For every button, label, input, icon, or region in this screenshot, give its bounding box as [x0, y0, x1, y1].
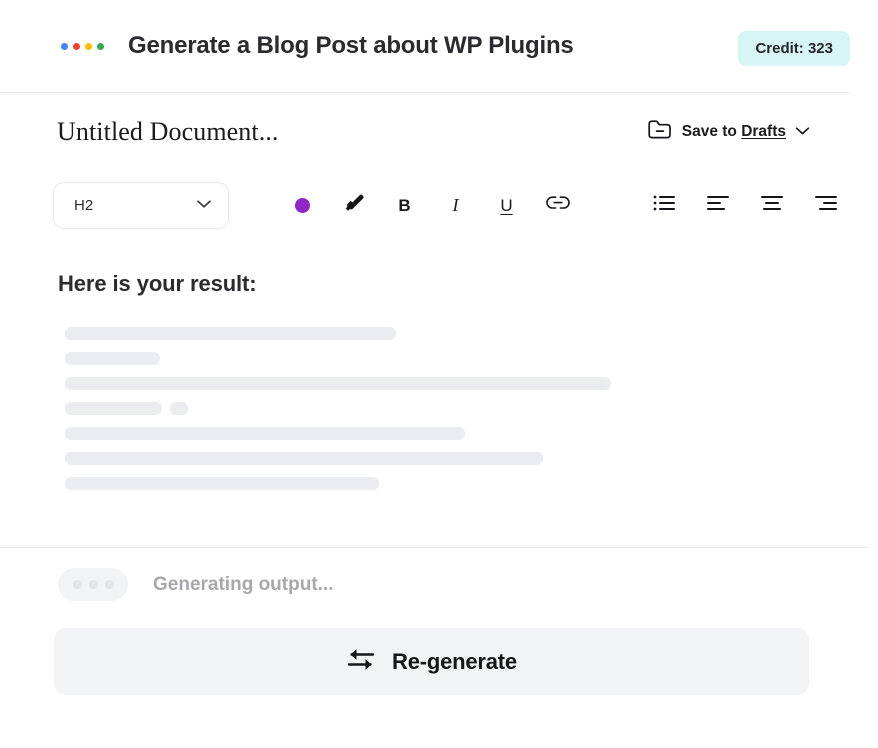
document-bar: Untitled Document... Save to Drafts	[0, 93, 851, 171]
folder-minus-icon	[647, 118, 673, 146]
skeleton-row	[65, 327, 805, 340]
align-left-icon	[707, 194, 729, 217]
italic-icon: I	[453, 196, 459, 214]
footer-divider	[0, 547, 870, 548]
underline-icon: U	[500, 197, 512, 214]
chevron-down-icon	[196, 196, 212, 214]
italic-button[interactable]: I	[430, 185, 481, 225]
highlighter-icon	[343, 192, 365, 219]
block-format-select[interactable]: H2	[53, 182, 229, 229]
text-color-swatch[interactable]	[277, 185, 328, 225]
logo-dot-yellow	[85, 43, 92, 50]
regenerate-label: Re-generate	[392, 649, 517, 675]
content-skeleton	[65, 327, 805, 502]
align-right-icon	[815, 194, 837, 217]
align-left-button[interactable]	[692, 185, 743, 225]
skeleton-row	[65, 452, 805, 465]
skeleton-bar	[170, 402, 188, 415]
bold-icon: B	[398, 197, 410, 214]
credit-badge: Credit: 323	[738, 31, 850, 66]
skeleton-bar	[65, 377, 611, 390]
skeleton-row	[65, 402, 805, 415]
skeleton-bar	[65, 477, 379, 490]
skeleton-bar	[65, 452, 543, 465]
status-text: Generating output...	[153, 574, 334, 596]
logo-dot-red	[73, 43, 80, 50]
save-to-label: Save to Drafts	[682, 123, 786, 141]
underline-button[interactable]: U	[481, 185, 532, 225]
editor-toolbar: H2 B	[0, 178, 851, 232]
result-heading: Here is your result:	[58, 271, 257, 297]
skeleton-row	[65, 427, 805, 440]
app-header: Generate a Blog Post about WP Plugins	[0, 0, 851, 93]
skeleton-bar	[65, 427, 465, 440]
highlighter-button[interactable]	[328, 185, 379, 225]
skeleton-row	[65, 352, 805, 365]
align-right-button[interactable]	[800, 185, 851, 225]
page-title: Generate a Blog Post about WP Plugins	[128, 32, 574, 60]
generation-status: Generating output...	[58, 568, 334, 601]
skeleton-bar	[65, 327, 396, 340]
save-target[interactable]: Drafts	[741, 123, 786, 140]
bullet-list-button[interactable]	[638, 185, 689, 225]
skeleton-row	[65, 477, 805, 490]
bold-button[interactable]: B	[379, 185, 430, 225]
app-window: Generate a Blog Post about WP Plugins Cr…	[0, 0, 878, 748]
color-circle-icon	[295, 198, 310, 213]
swap-arrows-icon	[346, 646, 376, 677]
app-logo	[61, 43, 104, 50]
bulleted-list-icon	[653, 194, 675, 217]
skeleton-row	[65, 377, 805, 390]
three-dots-loading-icon	[58, 568, 128, 601]
formatting-buttons: B I U	[277, 185, 851, 225]
document-title[interactable]: Untitled Document...	[57, 117, 279, 147]
link-button[interactable]	[532, 185, 583, 225]
block-format-value: H2	[74, 197, 93, 214]
regenerate-button[interactable]: Re-generate	[54, 628, 809, 695]
skeleton-bar	[65, 402, 162, 415]
save-prefix: Save to	[682, 123, 737, 140]
skeleton-bar	[65, 352, 160, 365]
save-to-control[interactable]: Save to Drafts	[647, 118, 810, 146]
align-center-button[interactable]	[746, 185, 797, 225]
align-center-icon	[761, 194, 783, 217]
logo-dot-blue	[61, 43, 68, 50]
chevron-down-icon[interactable]	[795, 123, 810, 141]
logo-dot-green	[97, 43, 104, 50]
link-icon	[546, 195, 570, 216]
